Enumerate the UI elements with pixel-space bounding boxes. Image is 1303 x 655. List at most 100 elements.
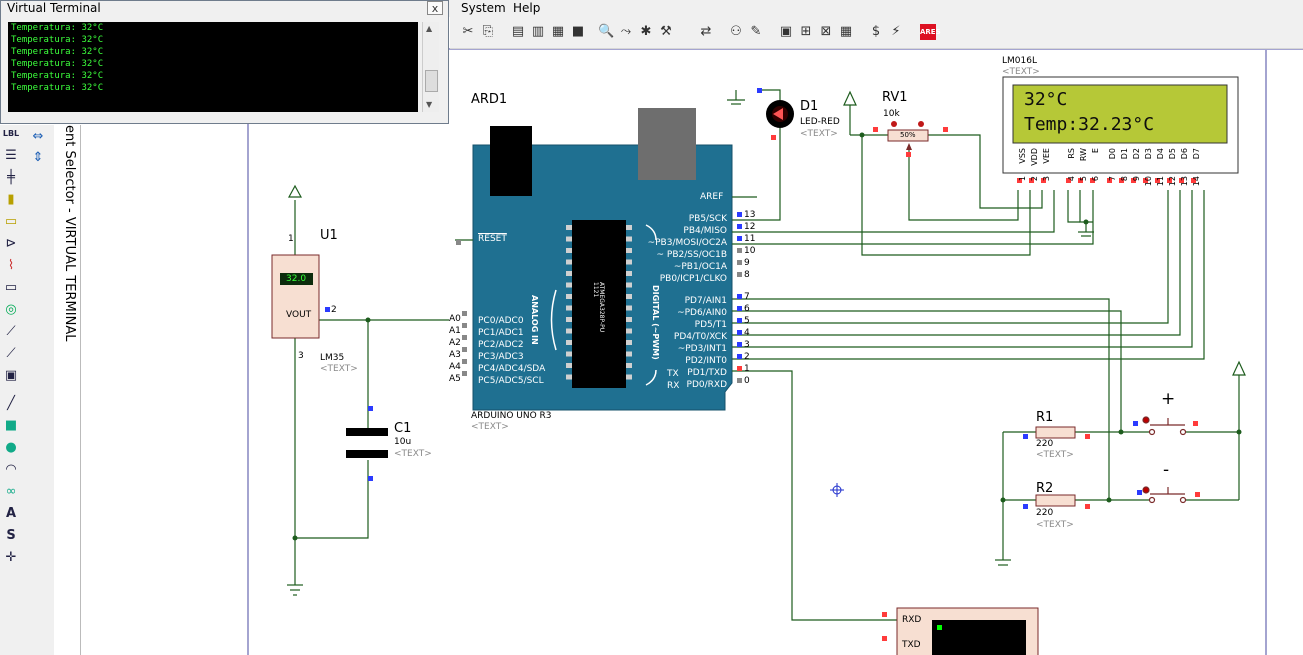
- virtual-terminal-window[interactable]: Virtual Terminal x Temperatura: 32°C Temp…: [0, 0, 449, 124]
- digital-pin-label: PD0/RXD: [686, 380, 727, 390]
- lm35-sensor[interactable]: [271, 254, 320, 339]
- digital-pin-number: 13: [744, 210, 756, 220]
- lcd-pin-number: 9: [1132, 176, 1141, 182]
- graph-icon[interactable]: ⌇: [2, 257, 20, 275]
- subcircuit-icon[interactable]: ▮: [2, 191, 20, 209]
- report-icon[interactable]: ▦: [838, 24, 854, 40]
- arduino-text: <TEXT>: [471, 422, 509, 432]
- bom-icon[interactable]: ▣: [778, 24, 794, 40]
- design-explorer-icon[interactable]: ⇄: [698, 24, 714, 40]
- tools-icon[interactable]: ✎: [748, 24, 764, 40]
- analog-pin-number: A1: [449, 326, 461, 336]
- chip-pin: [626, 328, 632, 334]
- menu-help[interactable]: Help: [513, 1, 540, 15]
- arduino-part: ARDUINO UNO R3: [471, 411, 552, 421]
- block-delete-icon[interactable]: ■: [570, 24, 586, 40]
- digital-label: DIGITAL (~PWM): [651, 285, 660, 360]
- resistor-r1[interactable]: [1035, 426, 1076, 439]
- search-tag-icon[interactable]: ✱: [638, 24, 654, 40]
- pin-marker: [737, 294, 742, 299]
- analog-pin-label: PC3/ADC3: [478, 352, 524, 362]
- pin-marker: [771, 135, 776, 140]
- analog-pin-number: A2: [449, 338, 461, 348]
- lcd-pin-number: 13: [1180, 176, 1189, 187]
- close-button[interactable]: x: [427, 1, 443, 15]
- box-icon[interactable]: ■: [2, 417, 20, 435]
- chip-pin: [566, 340, 572, 345]
- vt-scrollbar[interactable]: ▲ ▼: [422, 22, 439, 112]
- pin-marker: [1137, 490, 1142, 495]
- generator-icon[interactable]: ◎: [2, 301, 20, 319]
- pin-marker: [757, 88, 762, 93]
- analog-pin-number: A3: [449, 350, 461, 360]
- scroll-up-icon[interactable]: ▲: [426, 24, 432, 33]
- lcd-pin-label: D6: [1180, 148, 1189, 160]
- digital-pin-number: 9: [744, 258, 750, 268]
- chip-pin: [626, 225, 632, 230]
- property-tool-icon[interactable]: ⚒: [658, 24, 674, 40]
- ares-icon[interactable]: ARES: [920, 24, 941, 40]
- zoom-icon[interactable]: 🔍: [598, 24, 614, 40]
- lcd-pin-number: 5: [1079, 176, 1088, 182]
- marker-icon[interactable]: ✛: [2, 549, 20, 567]
- device-pin-icon[interactable]: ⊳: [2, 235, 20, 253]
- pin-marker: [882, 636, 887, 641]
- pin-marker: [368, 476, 373, 481]
- menu-system[interactable]: System: [461, 1, 506, 15]
- chip-pin: [626, 340, 632, 345]
- block-copy-icon[interactable]: ▤: [510, 24, 526, 40]
- lcd-pin-number: 14: [1192, 176, 1201, 187]
- d1-ref: D1: [800, 99, 819, 114]
- rv1-ref: RV1: [882, 90, 908, 105]
- scroll-thumb[interactable]: [425, 70, 438, 92]
- pin-marker: [1193, 421, 1198, 426]
- current-probe-icon[interactable]: ⟋: [2, 345, 20, 363]
- digital-pin-label: ~PD3/INT1: [677, 344, 727, 354]
- annotate-icon[interactable]: ⚡: [888, 24, 904, 40]
- path-icon[interactable]: ∞: [2, 483, 20, 501]
- text-script-icon[interactable]: ☰: [2, 147, 20, 165]
- scroll-down-icon[interactable]: ▼: [426, 100, 432, 109]
- cut-icon[interactable]: ✂: [460, 24, 476, 40]
- pin-marker: [462, 371, 467, 376]
- block-rotate-icon[interactable]: ▦: [550, 24, 566, 40]
- mirror-icon[interactable]: ⇔: [29, 128, 47, 146]
- digital-pin-number: 11: [744, 234, 756, 244]
- chip-pin: [566, 225, 572, 230]
- c1-text: <TEXT>: [394, 449, 432, 459]
- digital-pin-number: 8: [744, 270, 750, 280]
- binoculars-icon[interactable]: ⚇: [728, 24, 744, 40]
- lcd-pin-label: D0: [1108, 148, 1117, 160]
- circle-icon[interactable]: ●: [2, 439, 20, 457]
- lcd-pin-number: 3: [1042, 176, 1051, 182]
- lcd-pin-label: D7: [1192, 148, 1201, 160]
- lcd-pin-label: D2: [1132, 148, 1141, 160]
- vt-output[interactable]: Temperatura: 32°C Temperatura: 32°C Temper…: [8, 22, 418, 112]
- terminal-icon[interactable]: ▭: [2, 213, 20, 231]
- text-icon[interactable]: A: [2, 505, 20, 523]
- flip-icon[interactable]: ⇕: [29, 149, 47, 167]
- pin-marker: [737, 366, 742, 371]
- electrical-check-icon[interactable]: ⊠: [818, 24, 834, 40]
- voltage-probe-icon[interactable]: ⟋: [2, 323, 20, 341]
- wire-autoroute-icon[interactable]: ⤳: [618, 24, 634, 40]
- bus-icon[interactable]: ╪: [2, 169, 20, 187]
- copy-icon[interactable]: ⎘: [480, 24, 496, 40]
- label-tool-icon[interactable]: LBL: [2, 125, 20, 143]
- line-icon[interactable]: ╱: [2, 395, 20, 413]
- vt-title: Virtual Terminal: [7, 1, 101, 15]
- resistor-r2[interactable]: [1035, 494, 1076, 507]
- rv1-percent: 50%: [900, 131, 916, 139]
- lcd-pin-number: 4: [1067, 176, 1076, 182]
- led-d1[interactable]: [766, 100, 794, 128]
- block-move-icon[interactable]: ▥: [530, 24, 546, 40]
- symbol-icon[interactable]: S: [2, 527, 20, 545]
- cost-icon[interactable]: $: [868, 24, 884, 40]
- virtual-instrument-icon[interactable]: ▣: [2, 367, 20, 385]
- digital-pin-label: PD4/T0/XCK: [673, 332, 727, 342]
- netlist-icon[interactable]: ⊞: [798, 24, 814, 40]
- digital-pin-label: PD7/AIN1: [684, 296, 727, 306]
- tape-recorder-icon[interactable]: ▭: [2, 279, 20, 297]
- pin-marker: [737, 306, 742, 311]
- arc-icon[interactable]: ◠: [2, 461, 20, 479]
